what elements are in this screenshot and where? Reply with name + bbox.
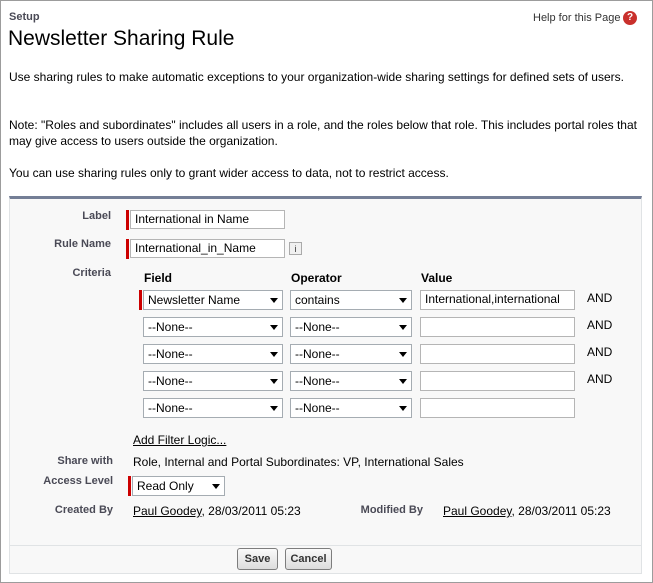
chevron-down-icon <box>212 484 220 489</box>
created-by-label: Created By <box>54 504 113 516</box>
criteria-field-select[interactable]: --None-- <box>143 398 283 418</box>
criteria-conjunction: AND <box>587 291 613 305</box>
chevron-down-icon <box>399 379 407 384</box>
share-with-label: Share with <box>57 455 113 467</box>
chevron-down-icon <box>270 298 278 303</box>
created-by-date: , 28/03/2011 05:23 <box>201 504 301 518</box>
criteria-conjunction: AND <box>587 372 613 386</box>
add-filter-logic-link[interactable]: Add Filter Logic... <box>133 433 226 447</box>
chevron-down-icon <box>270 406 278 411</box>
cancel-button[interactable]: Cancel <box>285 548 332 570</box>
criteria-operator-select-value: --None-- <box>295 401 340 415</box>
chevron-down-icon <box>399 325 407 330</box>
chevron-down-icon <box>399 298 407 303</box>
chevron-down-icon <box>270 379 278 384</box>
label-input[interactable]: International in Name <box>130 210 285 229</box>
help-link[interactable]: Help for this Page <box>533 12 620 24</box>
criteria-conjunction: AND <box>587 345 613 359</box>
criteria-field-select-value: --None-- <box>148 401 193 415</box>
criteria-operator-select-value: --None-- <box>295 374 340 388</box>
info-icon[interactable]: i <box>289 242 302 255</box>
criteria-value-input[interactable] <box>420 371 575 391</box>
description-paragraph-3: You can use sharing rules only to grant … <box>9 166 449 180</box>
criteria-field-select[interactable]: Newsletter Name <box>143 290 283 310</box>
criteria-operator-select[interactable]: --None-- <box>290 371 412 391</box>
criteria-field-select[interactable]: --None-- <box>143 317 283 337</box>
page-title: Newsletter Sharing Rule <box>8 27 235 50</box>
operator-column-header: Operator <box>291 271 342 285</box>
criteria-field-select[interactable]: --None-- <box>143 344 283 364</box>
required-indicator <box>128 476 131 496</box>
chevron-down-icon <box>270 352 278 357</box>
required-indicator <box>139 290 142 310</box>
required-indicator <box>126 239 129 259</box>
help-icon[interactable]: ? <box>623 11 637 25</box>
modified-by-label: Modified By <box>360 504 423 516</box>
criteria-operator-select[interactable]: --None-- <box>290 398 412 418</box>
access-level-label: Access Level <box>43 475 113 487</box>
chevron-down-icon <box>399 352 407 357</box>
criteria-operator-select[interactable]: --None-- <box>290 317 412 337</box>
description-paragraph-1: Use sharing rules to make automatic exce… <box>9 70 624 84</box>
field-column-header: Field <box>144 271 173 285</box>
created-by-value: Paul Goodey, 28/03/2011 05:23 <box>133 504 301 518</box>
modified-by-date: , 28/03/2011 05:23 <box>511 504 611 518</box>
access-level-select-value: Read Only <box>137 479 194 493</box>
save-button[interactable]: Save <box>237 548 278 570</box>
criteria-operator-select[interactable]: contains <box>290 290 412 310</box>
access-level-select[interactable]: Read Only <box>132 476 225 496</box>
criteria-operator-select[interactable]: --None-- <box>290 344 412 364</box>
criteria-operator-select-value: --None-- <box>295 320 340 334</box>
criteria-field-select-value: --None-- <box>148 347 193 361</box>
criteria-field-select[interactable]: --None-- <box>143 371 283 391</box>
criteria-value-input[interactable] <box>420 317 575 337</box>
criteria-field-select-value: --None-- <box>148 374 193 388</box>
button-divider <box>10 545 641 546</box>
share-with-value: Role, Internal and Portal Subordinates: … <box>133 455 464 469</box>
criteria-value-input[interactable] <box>420 344 575 364</box>
created-by-user-link[interactable]: Paul Goodey <box>133 504 202 518</box>
criteria-value-input[interactable] <box>420 398 575 418</box>
rule-name-field-label: Rule Name <box>54 238 111 250</box>
criteria-field-select-value: --None-- <box>148 320 193 334</box>
criteria-field-select-value: Newsletter Name <box>148 293 241 307</box>
criteria-operator-select-value: --None-- <box>295 347 340 361</box>
value-column-header: Value <box>421 271 453 285</box>
modified-by-user-link[interactable]: Paul Goodey <box>443 504 512 518</box>
rule-name-input[interactable]: International_in_Name <box>130 239 285 258</box>
section-label: Setup <box>9 11 40 23</box>
criteria-value-input[interactable]: International,international <box>420 290 575 310</box>
criteria-operator-select-value: contains <box>295 293 340 307</box>
chevron-down-icon <box>270 325 278 330</box>
modified-by-value: Paul Goodey, 28/03/2011 05:23 <box>443 504 611 518</box>
criteria-field-label: Criteria <box>72 267 111 279</box>
chevron-down-icon <box>399 406 407 411</box>
criteria-conjunction: AND <box>587 318 613 332</box>
required-indicator <box>126 210 129 230</box>
label-field-label: Label <box>82 210 111 222</box>
description-paragraph-2: Note: "Roles and subordinates" includes … <box>9 118 637 148</box>
